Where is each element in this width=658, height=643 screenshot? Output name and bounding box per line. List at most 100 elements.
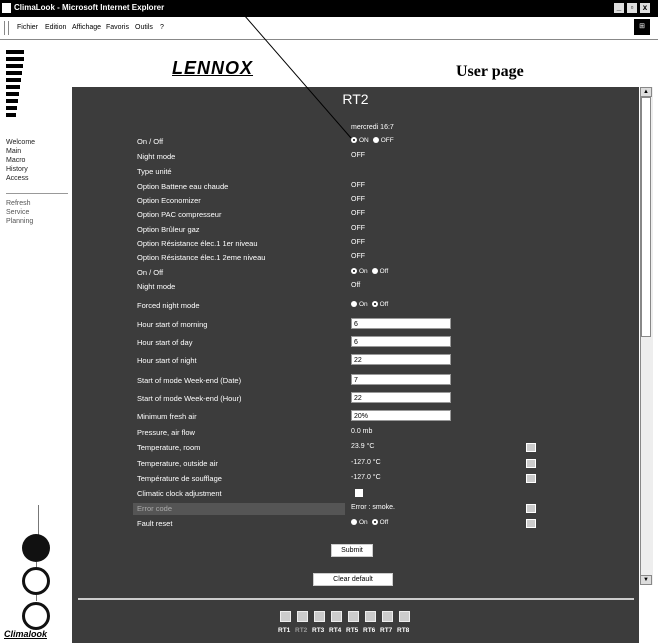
param-value: OFF [351,196,365,203]
close-button[interactable]: x [640,3,650,13]
page-title: User page [456,63,524,80]
unit-icon[interactable] [314,611,325,622]
param-value: OFF [351,253,365,260]
unit-link[interactable]: RT1 [278,627,290,634]
panel-divider [78,598,634,600]
unit-icon[interactable] [399,611,410,622]
param-value: OFF [351,152,365,159]
scroll-down-button[interactable]: ▼ [640,575,652,585]
checkbox[interactable] [355,489,363,497]
param-label: Hour start of night [137,356,197,365]
decor-line [36,595,37,601]
param-label: Option Brûleur gaz [137,225,200,234]
nav-history[interactable]: History [6,165,28,174]
submit-button[interactable]: Submit [331,544,373,557]
radio-button[interactable] [351,268,357,274]
scrollbar-thumb[interactable] [641,97,651,337]
nav-access[interactable]: Access [6,174,29,183]
radio-group: On Off [351,301,392,308]
radio-label: On [359,268,368,275]
unit-link[interactable]: RT2 [295,627,307,634]
nav-refresh[interactable]: Refresh [6,199,31,208]
nav-divider [6,193,68,194]
param-label: Minimum fresh air [137,412,197,421]
menu-bar: Fichier Edition Affichage Favoris Outils… [0,17,658,40]
graph-icon[interactable] [526,504,536,513]
menu-help[interactable]: ? [160,24,164,31]
lennox-logo: LENNOX [172,58,254,78]
unit-icon[interactable] [348,611,359,622]
nav-main[interactable]: Main [6,147,21,156]
globe-outline-icon [22,567,50,595]
globe-outline-icon [22,602,50,630]
graph-icon[interactable] [526,443,536,452]
graph-icon[interactable] [526,519,536,528]
param-label: Fault reset [137,519,173,528]
unit-icon[interactable] [280,611,291,622]
unit-link[interactable]: RT3 [312,627,324,634]
param-label: Option Résistance élec.1 2eme niveau [137,253,266,262]
unit-link[interactable]: RT4 [329,627,341,634]
radio-group: ON OFF [351,137,398,144]
unit-icon[interactable] [365,611,376,622]
nav-macro[interactable]: Macro [6,156,25,165]
radio-group: On Off [351,268,392,275]
minimize-button[interactable]: _ [614,3,624,13]
param-input[interactable]: 20% [351,410,451,421]
nav-welcome[interactable]: Welcome [6,138,35,147]
toolbar-grip[interactable] [4,21,9,35]
param-value: OFF [351,210,365,217]
radio-button[interactable] [351,137,357,143]
radio-label: Off [379,519,389,526]
nav-planning[interactable]: Planning [6,217,33,226]
nav-service[interactable]: Service [6,208,29,217]
menu-favoris[interactable]: Favoris [106,24,129,31]
radio-button[interactable] [371,301,378,307]
graph-icon[interactable] [526,459,536,468]
radio-button[interactable] [372,137,379,143]
param-input[interactable]: 6 [351,318,451,329]
menu-outils[interactable]: Outils [135,24,153,31]
maximize-button[interactable]: ▫ [627,3,637,13]
radio-button[interactable] [351,519,357,525]
param-label: Option Battene eau chaude [137,182,229,191]
radio-label: On [359,301,368,308]
param-input[interactable]: 7 [351,374,451,385]
param-label: Climatic clock adjustment [137,489,222,498]
param-value: Off [351,282,361,289]
menu-fichier[interactable]: Fichier [17,24,38,31]
menu-edition[interactable]: Edition [45,24,66,31]
param-label: Option Economizer [137,196,201,205]
radio-label: OFF [380,137,394,144]
param-input[interactable]: 22 [351,392,451,403]
radio-group: On Off [351,519,392,526]
unit-link[interactable]: RT5 [346,627,358,634]
param-value: Error : smoke. [351,504,395,511]
unit-icon[interactable] [331,611,342,622]
param-input[interactable]: 22 [351,354,451,365]
unit-link[interactable]: RT8 [397,627,409,634]
globe-icon [22,534,50,562]
unit-link[interactable]: RT7 [380,627,392,634]
param-label: On / Off [137,268,164,277]
param-label: Pressure, air flow [137,428,195,437]
param-label: Start of mode Week-end (Hour) [137,394,242,403]
param-label: Start of mode Week-end (Date) [137,376,242,385]
scroll-up-button[interactable]: ▲ [640,87,652,97]
unit-icon[interactable] [297,611,308,622]
menu-affichage[interactable]: Affichage [72,24,101,31]
param-label: Hour start of morning [137,320,208,329]
unit-icon[interactable] [382,611,393,622]
window-title: ClimaLook - Microsoft Internet Explorer [14,3,165,12]
radio-button[interactable] [371,268,378,274]
climalook-logo: Climalook [4,629,48,639]
clear-default-button[interactable]: Clear default [313,573,393,586]
param-label: Option Résistance élec.1 1er niveau [137,239,258,248]
radio-label: Off [379,301,389,308]
param-label: On / Off [137,137,164,146]
param-input[interactable]: 6 [351,336,451,347]
radio-button[interactable] [371,519,378,525]
unit-link[interactable]: RT6 [363,627,375,634]
graph-icon[interactable] [526,474,536,483]
radio-button[interactable] [351,301,357,307]
